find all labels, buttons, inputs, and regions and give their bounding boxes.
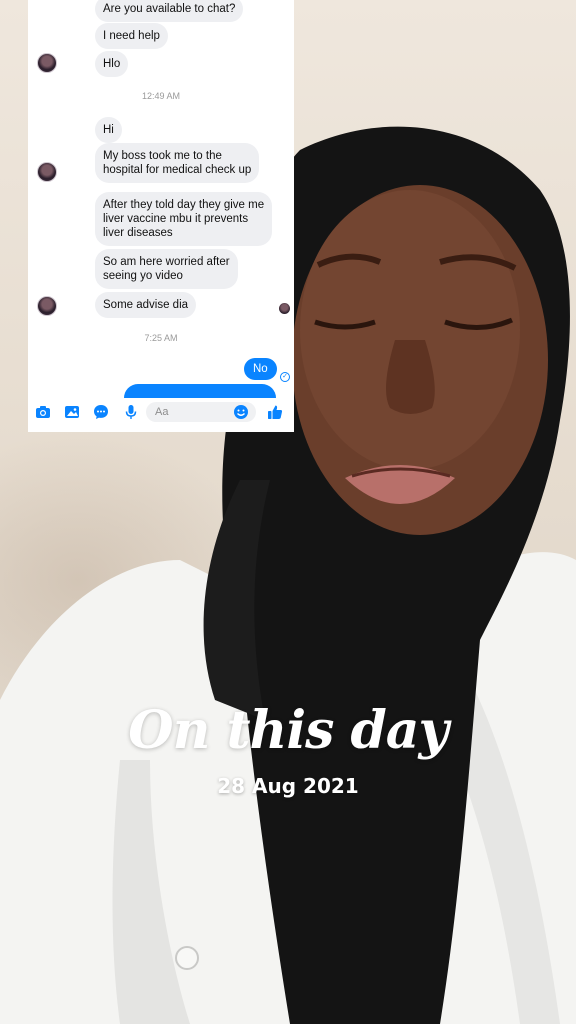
camera-icon[interactable] [35,404,51,420]
chat-message: Are you available to chat? [95,0,244,22]
chat-timestamp: 7:25 AM [144,333,178,343]
read-receipt-avatar [279,303,290,314]
sent-message: No [244,358,277,380]
chat-bubble-icon[interactable] [93,404,109,420]
sender-avatar [37,162,57,182]
chat-message: After they told day they give me liver v… [95,192,273,246]
emoji-icon[interactable] [233,404,249,420]
message-composer: Aa [28,400,294,426]
delivered-check-icon: ✓ [280,372,290,382]
chat-message: Hlo [95,51,129,77]
sender-avatar [37,53,57,73]
chat-message: So am here worried after seeing yo video [95,249,238,289]
chat-message: Some advise dia [95,292,197,318]
thumbs-up-icon[interactable] [267,404,283,420]
memory-date: 28 Aug 2021 [217,774,359,798]
message-input-placeholder: Aa [155,406,169,418]
chat-timestamp: 12:49 AM [141,91,181,101]
gallery-icon[interactable] [64,404,80,420]
chat-message: My boss took me to the hospital for medi… [95,143,260,183]
partial-sent-message [124,384,276,398]
chat-message: Hi [95,117,122,143]
chat-screenshot: Are you available to chat? I need help H… [28,0,294,432]
microphone-icon[interactable] [123,404,139,420]
memory-title: On this day [128,700,448,761]
chat-message: I need help [95,23,168,49]
sender-avatar [37,296,57,316]
